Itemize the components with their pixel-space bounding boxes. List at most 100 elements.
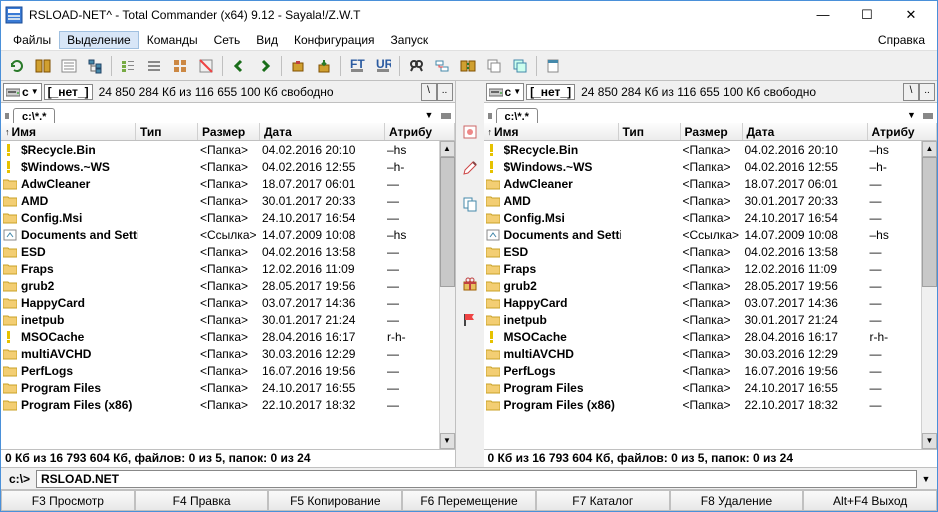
- command-history-button[interactable]: ▼: [919, 474, 933, 484]
- file-row[interactable]: Documents and Settings<Ссылка>14.07.2009…: [484, 226, 938, 243]
- copy-path-icon[interactable]: [508, 54, 532, 78]
- f4-edit-button[interactable]: F4 Правка: [135, 490, 269, 511]
- pack-icon[interactable]: [286, 54, 310, 78]
- hotlist-icon[interactable]: [459, 121, 481, 143]
- file-row[interactable]: ESD<Папка>04.02.2016 13:58—: [1, 243, 455, 260]
- file-row[interactable]: grub2<Папка>28.05.2017 19:56—: [484, 277, 938, 294]
- f5-copy-button[interactable]: F5 Копирование: [268, 490, 402, 511]
- edit-icon[interactable]: [459, 157, 481, 179]
- file-row[interactable]: PerfLogs<Папка>16.07.2016 19:56—: [484, 362, 938, 379]
- menu-select[interactable]: Выделение: [59, 31, 139, 49]
- col-attr[interactable]: Атрибу: [868, 123, 938, 140]
- file-row[interactable]: HappyCard<Папка>03.07.2017 14:36—: [484, 294, 938, 311]
- brief-icon[interactable]: [116, 54, 140, 78]
- gift-icon[interactable]: [459, 273, 481, 295]
- col-name[interactable]: ↑Имя: [1, 123, 136, 140]
- minimize-button[interactable]: —: [801, 4, 845, 26]
- file-row[interactable]: multiAVCHD<Папка>30.03.2016 12:29—: [1, 345, 455, 362]
- drive-selector[interactable]: c ▼: [486, 83, 525, 101]
- scroll-down-button[interactable]: ▼: [440, 433, 455, 449]
- file-row[interactable]: ESD<Папка>04.02.2016 13:58—: [484, 243, 938, 260]
- panes-icon[interactable]: [31, 54, 55, 78]
- menu-net[interactable]: Сеть: [206, 31, 249, 49]
- scroll-up-button[interactable]: ▲: [922, 141, 937, 157]
- file-row[interactable]: AdwCleaner<Папка>18.07.2017 06:01—: [484, 175, 938, 192]
- file-list-right[interactable]: $Recycle.Bin<Папка>04.02.2016 20:10–hs$W…: [484, 141, 938, 449]
- file-row[interactable]: MSOCache<Папка>28.04.2016 16:17r-h-: [1, 328, 455, 345]
- rename-icon[interactable]: [430, 54, 454, 78]
- file-row[interactable]: AMD<Папка>30.01.2017 20:33—: [484, 192, 938, 209]
- drive-selector[interactable]: c ▼: [3, 83, 42, 101]
- back-icon[interactable]: [227, 54, 251, 78]
- notepad-icon[interactable]: [541, 54, 565, 78]
- scrollbar[interactable]: ▲ ▼: [921, 141, 937, 449]
- file-row[interactable]: Config.Msi<Папка>24.10.2017 16:54—: [1, 209, 455, 226]
- col-date[interactable]: Дата: [743, 123, 868, 140]
- url-icon[interactable]: URL: [371, 54, 395, 78]
- file-row[interactable]: Program Files<Папка>24.10.2017 16:55—: [484, 379, 938, 396]
- f6-move-button[interactable]: F6 Перемещение: [402, 490, 536, 511]
- parent-button[interactable]: ..: [437, 83, 453, 101]
- copy-names-icon[interactable]: [482, 54, 506, 78]
- list-icon[interactable]: [57, 54, 81, 78]
- file-row[interactable]: Program Files (x86)<Папка>22.10.2017 18:…: [484, 396, 938, 413]
- refresh-icon[interactable]: [5, 54, 29, 78]
- file-row[interactable]: AdwCleaner<Папка>18.07.2017 06:01—: [1, 175, 455, 192]
- unpack-icon[interactable]: [312, 54, 336, 78]
- menu-commands[interactable]: Команды: [139, 31, 206, 49]
- col-ext[interactable]: Тип: [619, 123, 681, 140]
- menu-files[interactable]: Файлы: [5, 31, 59, 49]
- scroll-thumb[interactable]: [922, 157, 937, 287]
- f8-delete-button[interactable]: F8 Удаление: [670, 490, 804, 511]
- flag-icon[interactable]: [459, 309, 481, 331]
- file-row[interactable]: MSOCache<Папка>28.04.2016 16:17r-h-: [484, 328, 938, 345]
- menu-run[interactable]: Запуск: [383, 31, 437, 49]
- file-list-left[interactable]: $Recycle.Bin<Папка>04.02.2016 20:10–hs$W…: [1, 141, 455, 449]
- col-date[interactable]: Дата: [260, 123, 385, 140]
- path-tab[interactable]: c:\*.*: [496, 108, 538, 123]
- file-row[interactable]: $Windows.~WS<Папка>04.02.2016 12:55–h-: [484, 158, 938, 175]
- path-tab[interactable]: c:\*.*: [13, 108, 55, 123]
- forward-icon[interactable]: [253, 54, 277, 78]
- ftp-icon[interactable]: FTP: [345, 54, 369, 78]
- file-row[interactable]: inetpub<Папка>30.01.2017 21:24—: [484, 311, 938, 328]
- file-row[interactable]: $Recycle.Bin<Папка>04.02.2016 20:10–hs: [1, 141, 455, 158]
- full-icon[interactable]: [142, 54, 166, 78]
- file-row[interactable]: Fraps<Папка>12.02.2016 11:09—: [484, 260, 938, 277]
- maximize-button[interactable]: ☐: [845, 4, 889, 26]
- col-ext[interactable]: Тип: [136, 123, 198, 140]
- copy-icon[interactable]: [459, 193, 481, 215]
- close-button[interactable]: ✕: [889, 4, 933, 26]
- search-icon[interactable]: [404, 54, 428, 78]
- command-input[interactable]: [36, 470, 917, 488]
- file-row[interactable]: Documents and Settings<Ссылка>14.07.2009…: [1, 226, 455, 243]
- menu-view[interactable]: Вид: [248, 31, 286, 49]
- file-row[interactable]: grub2<Папка>28.05.2017 19:56—: [1, 277, 455, 294]
- f3-view-button[interactable]: F3 Просмотр: [1, 490, 135, 511]
- col-size[interactable]: Размер: [681, 123, 743, 140]
- file-row[interactable]: multiAVCHD<Папка>30.03.2016 12:29—: [484, 345, 938, 362]
- col-size[interactable]: Размер: [198, 123, 260, 140]
- file-row[interactable]: inetpub<Папка>30.01.2017 21:24—: [1, 311, 455, 328]
- file-row[interactable]: $Windows.~WS<Папка>04.02.2016 12:55–h-: [1, 158, 455, 175]
- parent-button[interactable]: ..: [919, 83, 935, 101]
- thumbs-icon[interactable]: [168, 54, 192, 78]
- file-row[interactable]: PerfLogs<Папка>16.07.2016 19:56—: [1, 362, 455, 379]
- tab-menu-button[interactable]: ▼: [907, 110, 919, 122]
- root-button[interactable]: \: [421, 83, 437, 101]
- invert-icon[interactable]: [194, 54, 218, 78]
- file-row[interactable]: AMD<Папка>30.01.2017 20:33—: [1, 192, 455, 209]
- file-row[interactable]: HappyCard<Папка>03.07.2017 14:36—: [1, 294, 455, 311]
- menu-config[interactable]: Конфигурация: [286, 31, 383, 49]
- altf4-exit-button[interactable]: Alt+F4 Выход: [803, 490, 937, 511]
- col-name[interactable]: ↑Имя: [484, 123, 619, 140]
- tab-menu-button[interactable]: ▼: [425, 110, 437, 122]
- f7-mkdir-button[interactable]: F7 Каталог: [536, 490, 670, 511]
- file-row[interactable]: $Recycle.Bin<Папка>04.02.2016 20:10–hs: [484, 141, 938, 158]
- file-row[interactable]: Config.Msi<Папка>24.10.2017 16:54—: [484, 209, 938, 226]
- scroll-down-button[interactable]: ▼: [922, 433, 937, 449]
- sync-icon[interactable]: [456, 54, 480, 78]
- scroll-thumb[interactable]: [440, 157, 455, 287]
- file-row[interactable]: Program Files<Папка>24.10.2017 16:55—: [1, 379, 455, 396]
- file-row[interactable]: Program Files (x86)<Папка>22.10.2017 18:…: [1, 396, 455, 413]
